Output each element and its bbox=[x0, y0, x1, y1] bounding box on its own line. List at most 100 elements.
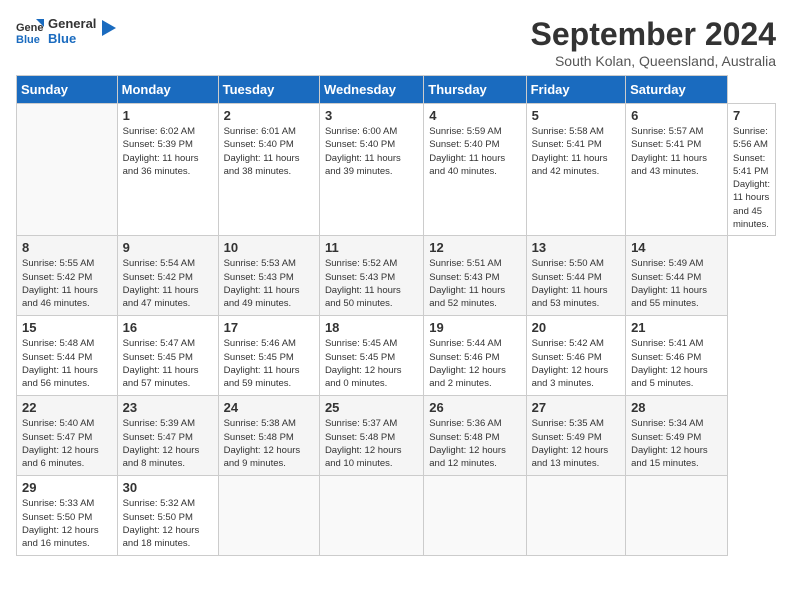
day-number: 7 bbox=[733, 108, 770, 123]
day-number: 6 bbox=[631, 108, 722, 123]
day-cell bbox=[319, 476, 423, 556]
day-number: 11 bbox=[325, 240, 418, 255]
svg-text:Blue: Blue bbox=[16, 34, 40, 45]
header-cell-tuesday: Tuesday bbox=[218, 76, 319, 104]
day-cell: 27 Sunrise: 5:35 AMSunset: 5:49 PMDaylig… bbox=[526, 396, 625, 476]
day-cell: 30 Sunrise: 5:32 AMSunset: 5:50 PMDaylig… bbox=[117, 476, 218, 556]
day-cell: 7 Sunrise: 5:56 AMSunset: 5:41 PMDayligh… bbox=[728, 104, 776, 236]
day-info: Sunrise: 5:45 AMSunset: 5:45 PMDaylight:… bbox=[325, 337, 418, 390]
header-cell-monday: Monday bbox=[117, 76, 218, 104]
day-number: 2 bbox=[224, 108, 314, 123]
day-number: 13 bbox=[532, 240, 620, 255]
day-info: Sunrise: 5:34 AMSunset: 5:49 PMDaylight:… bbox=[631, 417, 722, 470]
logo-general: General bbox=[48, 16, 96, 31]
day-info: Sunrise: 5:39 AMSunset: 5:47 PMDaylight:… bbox=[123, 417, 213, 470]
day-number: 19 bbox=[429, 320, 520, 335]
title-block: September 2024 South Kolan, Queensland, … bbox=[531, 16, 776, 69]
day-cell bbox=[424, 476, 526, 556]
day-cell bbox=[526, 476, 625, 556]
day-number: 16 bbox=[123, 320, 213, 335]
day-number: 25 bbox=[325, 400, 418, 415]
day-cell: 17 Sunrise: 5:46 AMSunset: 5:45 PMDaylig… bbox=[218, 316, 319, 396]
day-cell: 29 Sunrise: 5:33 AMSunset: 5:50 PMDaylig… bbox=[17, 476, 118, 556]
day-info: Sunrise: 6:00 AMSunset: 5:40 PMDaylight:… bbox=[325, 125, 418, 178]
day-cell: 19 Sunrise: 5:44 AMSunset: 5:46 PMDaylig… bbox=[424, 316, 526, 396]
day-number: 5 bbox=[532, 108, 620, 123]
day-cell: 8 Sunrise: 5:55 AMSunset: 5:42 PMDayligh… bbox=[17, 236, 118, 316]
day-info: Sunrise: 6:01 AMSunset: 5:40 PMDaylight:… bbox=[224, 125, 314, 178]
day-number: 20 bbox=[532, 320, 620, 335]
day-cell: 20 Sunrise: 5:42 AMSunset: 5:46 PMDaylig… bbox=[526, 316, 625, 396]
header-cell-friday: Friday bbox=[526, 76, 625, 104]
day-number: 24 bbox=[224, 400, 314, 415]
day-info: Sunrise: 5:49 AMSunset: 5:44 PMDaylight:… bbox=[631, 257, 722, 310]
week-row-2: 15 Sunrise: 5:48 AMSunset: 5:44 PMDaylig… bbox=[17, 316, 776, 396]
day-cell: 6 Sunrise: 5:57 AMSunset: 5:41 PMDayligh… bbox=[626, 104, 728, 236]
day-cell: 12 Sunrise: 5:51 AMSunset: 5:43 PMDaylig… bbox=[424, 236, 526, 316]
day-info: Sunrise: 5:55 AMSunset: 5:42 PMDaylight:… bbox=[22, 257, 112, 310]
day-cell bbox=[626, 476, 728, 556]
day-cell: 15 Sunrise: 5:48 AMSunset: 5:44 PMDaylig… bbox=[17, 316, 118, 396]
header-cell-saturday: Saturday bbox=[626, 76, 728, 104]
logo-icon: General Blue bbox=[16, 17, 44, 45]
logo-flag-icon bbox=[100, 20, 116, 42]
day-cell: 16 Sunrise: 5:47 AMSunset: 5:45 PMDaylig… bbox=[117, 316, 218, 396]
day-number: 30 bbox=[123, 480, 213, 495]
header-cell-thursday: Thursday bbox=[424, 76, 526, 104]
day-info: Sunrise: 5:37 AMSunset: 5:48 PMDaylight:… bbox=[325, 417, 418, 470]
day-number: 10 bbox=[224, 240, 314, 255]
day-cell: 2 Sunrise: 6:01 AMSunset: 5:40 PMDayligh… bbox=[218, 104, 319, 236]
day-info: Sunrise: 5:59 AMSunset: 5:40 PMDaylight:… bbox=[429, 125, 520, 178]
day-info: Sunrise: 5:52 AMSunset: 5:43 PMDaylight:… bbox=[325, 257, 418, 310]
day-cell: 22 Sunrise: 5:40 AMSunset: 5:47 PMDaylig… bbox=[17, 396, 118, 476]
day-info: Sunrise: 5:40 AMSunset: 5:47 PMDaylight:… bbox=[22, 417, 112, 470]
day-number: 17 bbox=[224, 320, 314, 335]
month-title: September 2024 bbox=[531, 16, 776, 53]
day-info: Sunrise: 5:46 AMSunset: 5:45 PMDaylight:… bbox=[224, 337, 314, 390]
day-number: 12 bbox=[429, 240, 520, 255]
day-info: Sunrise: 5:57 AMSunset: 5:41 PMDaylight:… bbox=[631, 125, 722, 178]
day-cell: 24 Sunrise: 5:38 AMSunset: 5:48 PMDaylig… bbox=[218, 396, 319, 476]
day-cell: 28 Sunrise: 5:34 AMSunset: 5:49 PMDaylig… bbox=[626, 396, 728, 476]
day-info: Sunrise: 5:33 AMSunset: 5:50 PMDaylight:… bbox=[22, 497, 112, 550]
day-number: 22 bbox=[22, 400, 112, 415]
logo-blue: Blue bbox=[48, 31, 96, 46]
calendar-table: SundayMondayTuesdayWednesdayThursdayFrid… bbox=[16, 75, 776, 556]
day-info: Sunrise: 5:44 AMSunset: 5:46 PMDaylight:… bbox=[429, 337, 520, 390]
day-number: 26 bbox=[429, 400, 520, 415]
day-number: 29 bbox=[22, 480, 112, 495]
day-info: Sunrise: 5:32 AMSunset: 5:50 PMDaylight:… bbox=[123, 497, 213, 550]
day-cell: 14 Sunrise: 5:49 AMSunset: 5:44 PMDaylig… bbox=[626, 236, 728, 316]
day-info: Sunrise: 5:50 AMSunset: 5:44 PMDaylight:… bbox=[532, 257, 620, 310]
day-info: Sunrise: 5:41 AMSunset: 5:46 PMDaylight:… bbox=[631, 337, 722, 390]
svg-text:General: General bbox=[16, 22, 44, 34]
day-number: 23 bbox=[123, 400, 213, 415]
day-info: Sunrise: 5:51 AMSunset: 5:43 PMDaylight:… bbox=[429, 257, 520, 310]
day-number: 27 bbox=[532, 400, 620, 415]
day-cell: 10 Sunrise: 5:53 AMSunset: 5:43 PMDaylig… bbox=[218, 236, 319, 316]
day-cell: 1 Sunrise: 6:02 AMSunset: 5:39 PMDayligh… bbox=[117, 104, 218, 236]
day-cell: 11 Sunrise: 5:52 AMSunset: 5:43 PMDaylig… bbox=[319, 236, 423, 316]
day-info: Sunrise: 5:48 AMSunset: 5:44 PMDaylight:… bbox=[22, 337, 112, 390]
day-cell: 26 Sunrise: 5:36 AMSunset: 5:48 PMDaylig… bbox=[424, 396, 526, 476]
day-cell: 3 Sunrise: 6:00 AMSunset: 5:40 PMDayligh… bbox=[319, 104, 423, 236]
day-info: Sunrise: 5:38 AMSunset: 5:48 PMDaylight:… bbox=[224, 417, 314, 470]
day-info: Sunrise: 5:47 AMSunset: 5:45 PMDaylight:… bbox=[123, 337, 213, 390]
day-number: 21 bbox=[631, 320, 722, 335]
day-info: Sunrise: 5:35 AMSunset: 5:49 PMDaylight:… bbox=[532, 417, 620, 470]
week-row-4: 29 Sunrise: 5:33 AMSunset: 5:50 PMDaylig… bbox=[17, 476, 776, 556]
day-info: Sunrise: 5:53 AMSunset: 5:43 PMDaylight:… bbox=[224, 257, 314, 310]
day-number: 8 bbox=[22, 240, 112, 255]
day-number: 28 bbox=[631, 400, 722, 415]
day-number: 14 bbox=[631, 240, 722, 255]
day-cell: 9 Sunrise: 5:54 AMSunset: 5:42 PMDayligh… bbox=[117, 236, 218, 316]
day-cell bbox=[218, 476, 319, 556]
day-info: Sunrise: 6:02 AMSunset: 5:39 PMDaylight:… bbox=[123, 125, 213, 178]
day-info: Sunrise: 5:56 AMSunset: 5:41 PMDaylight:… bbox=[733, 125, 770, 231]
day-number: 1 bbox=[123, 108, 213, 123]
day-number: 3 bbox=[325, 108, 418, 123]
week-row-1: 8 Sunrise: 5:55 AMSunset: 5:42 PMDayligh… bbox=[17, 236, 776, 316]
day-info: Sunrise: 5:36 AMSunset: 5:48 PMDaylight:… bbox=[429, 417, 520, 470]
header-cell-sunday: Sunday bbox=[17, 76, 118, 104]
day-cell bbox=[17, 104, 118, 236]
